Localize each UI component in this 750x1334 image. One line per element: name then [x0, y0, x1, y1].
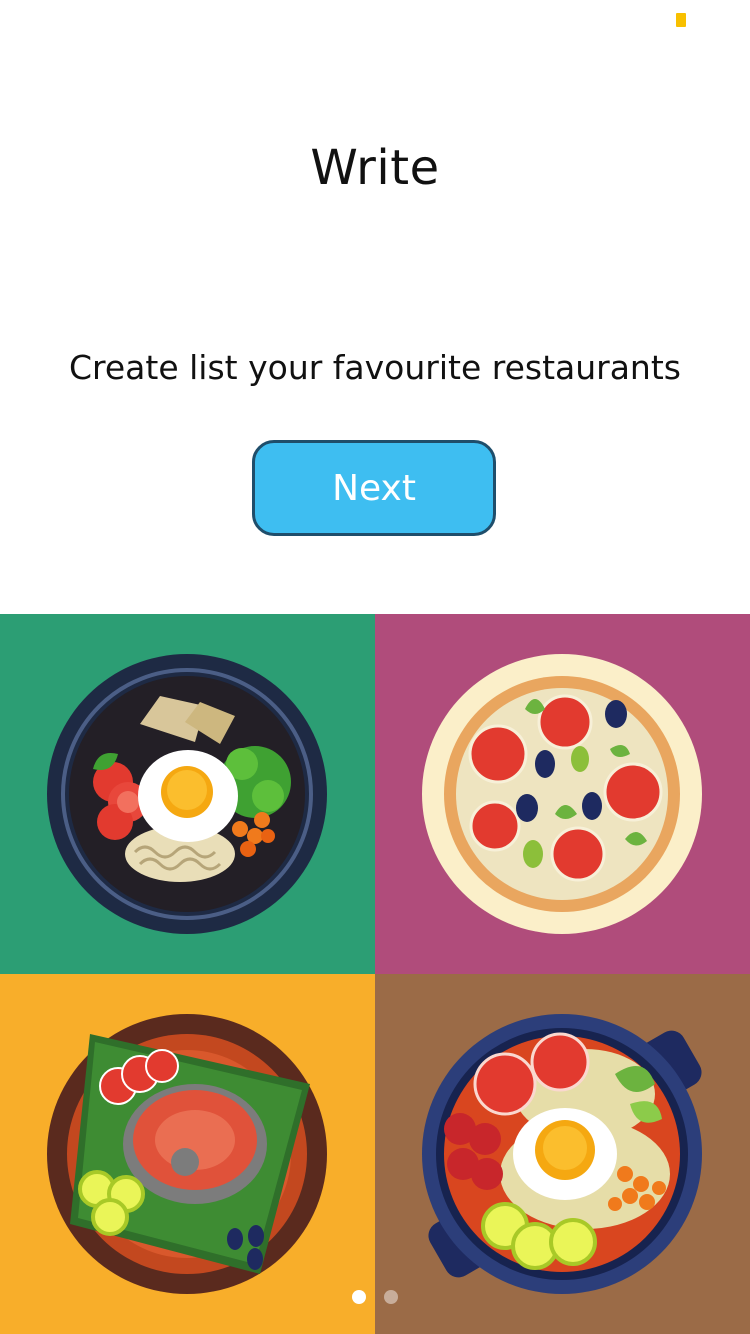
page-indicator	[0, 1290, 750, 1306]
salmon-plate-illustration	[0, 974, 375, 1334]
page-dot-2[interactable]	[384, 1290, 398, 1304]
pizza-illustration	[375, 614, 750, 974]
food-illustration-grid	[0, 614, 750, 1334]
bibimbap-bowl-illustration	[0, 614, 375, 974]
bibimbap-bowl-tile	[0, 614, 375, 974]
page-dot-1[interactable]	[352, 1290, 366, 1304]
noodle-pot-illustration	[375, 974, 750, 1334]
noodle-pot-tile	[375, 974, 750, 1334]
page-title: Write	[310, 140, 440, 196]
salmon-plate-tile	[0, 974, 375, 1334]
page-subtitle: Create list your favourite restaurants	[69, 348, 681, 387]
pizza-tile	[375, 614, 750, 974]
next-button[interactable]: Next	[252, 440, 496, 536]
status-indicator	[676, 13, 686, 27]
